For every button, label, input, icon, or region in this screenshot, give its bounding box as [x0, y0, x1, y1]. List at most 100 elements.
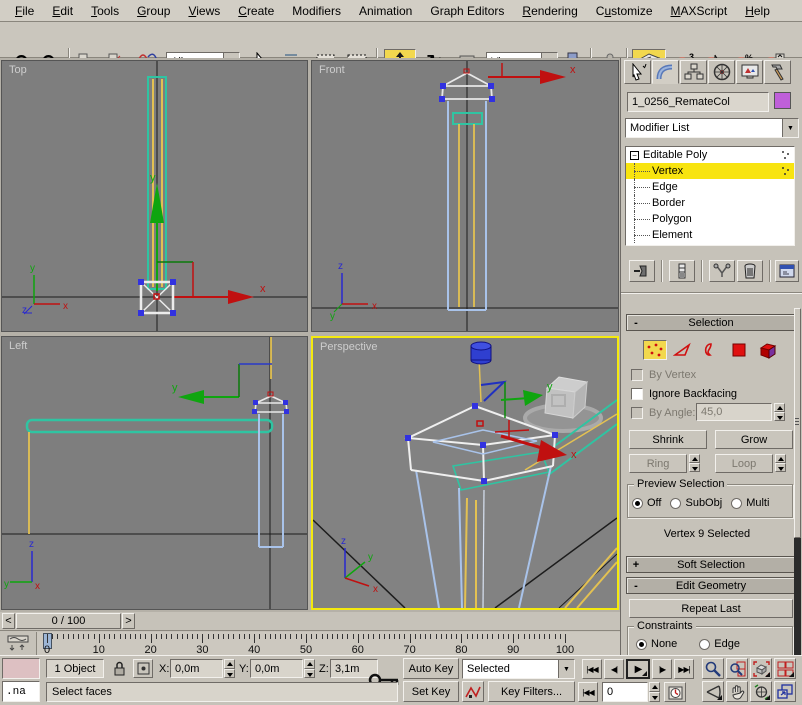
- preview-off-radio[interactable]: [632, 498, 643, 509]
- zoom-button[interactable]: [702, 658, 724, 679]
- time-configuration-button[interactable]: [664, 682, 686, 702]
- viewport-perspective-label[interactable]: Perspective: [320, 341, 377, 353]
- make-unique-button[interactable]: [709, 260, 735, 282]
- modifier-list-dropdown[interactable]: Modifier List ▼: [625, 118, 799, 138]
- field-of-view-button[interactable]: [702, 681, 724, 702]
- frame-spinner[interactable]: [649, 682, 660, 702]
- by-vertex-checkbox[interactable]: [631, 369, 643, 381]
- zoom-all-button[interactable]: [726, 658, 748, 679]
- constraint-edge-radio[interactable]: [699, 639, 710, 650]
- shrink-button[interactable]: Shrink: [629, 430, 707, 449]
- x-coord-field[interactable]: 0,0m: [170, 659, 223, 678]
- time-slider-value[interactable]: 0 / 100: [16, 613, 121, 629]
- menu-file[interactable]: File: [6, 1, 43, 21]
- ignore-backfacing-checkbox[interactable]: [631, 388, 643, 400]
- stack-item-edge[interactable]: Edge: [626, 179, 794, 195]
- object-name-field[interactable]: 1_0256_RemateCol: [627, 92, 769, 112]
- viewport-top[interactable]: y x y x z Top: [1, 60, 308, 332]
- object-color-swatch[interactable]: [774, 92, 791, 109]
- menu-modifiers[interactable]: Modifiers: [283, 1, 350, 21]
- collapse-tree-icon[interactable]: −: [630, 151, 639, 160]
- viewport-perspective[interactable]: y x z y x Perspective: [311, 336, 619, 610]
- menu-create[interactable]: Create: [229, 1, 283, 21]
- min-max-toggle-button[interactable]: [774, 681, 796, 702]
- configure-modifier-sets-button[interactable]: [775, 260, 799, 282]
- stack-item-border[interactable]: Border: [626, 195, 794, 211]
- goto-end-button[interactable]: ▶▶|: [674, 659, 694, 679]
- goto-start-button[interactable]: |◀◀: [582, 659, 602, 679]
- stack-item-editable-poly[interactable]: − Editable Poly: [626, 147, 794, 163]
- key-filters-button[interactable]: Key Filters...: [488, 681, 575, 702]
- remove-modifier-button[interactable]: [737, 260, 763, 282]
- viewport-front[interactable]: x z x y Front: [311, 60, 619, 332]
- time-slider-prev-button[interactable]: <: [2, 613, 15, 629]
- x-coord-spinner[interactable]: [224, 659, 235, 678]
- menu-maxscript[interactable]: MAXScript: [662, 1, 737, 21]
- modifier-list-arrow[interactable]: ▼: [782, 119, 798, 137]
- previous-frame-button[interactable]: ◀|: [604, 659, 624, 679]
- scrollbar-thumb[interactable]: [794, 308, 801, 538]
- menu-customize[interactable]: Customize: [587, 1, 662, 21]
- menu-help[interactable]: Help: [736, 1, 779, 21]
- by-angle-spinner[interactable]: [774, 403, 785, 421]
- track-bar-ruler[interactable]: 0102030405060708090100: [36, 632, 620, 656]
- command-panel-scrollbar[interactable]: [794, 308, 801, 658]
- zoom-extents-all-button[interactable]: [774, 658, 796, 679]
- default-tangents-button[interactable]: [462, 681, 484, 702]
- stack-item-vertex[interactable]: Vertex: [626, 163, 794, 179]
- menu-graph-editors[interactable]: Graph Editors: [421, 1, 513, 21]
- mini-listener-script-line[interactable]: .na: [2, 681, 40, 702]
- constraint-none-radio[interactable]: [636, 639, 647, 650]
- play-button[interactable]: ▶: [626, 659, 650, 679]
- menu-views[interactable]: Views: [179, 1, 229, 21]
- auto-key-button[interactable]: Auto Key: [403, 658, 459, 679]
- zoom-extents-button[interactable]: [750, 658, 772, 679]
- tab-hierarchy[interactable]: [680, 60, 707, 84]
- loop-button[interactable]: Loop: [715, 454, 773, 473]
- ignore-backfacing-checkbox-row[interactable]: Ignore Backfacing: [631, 387, 737, 401]
- subobject-border-button[interactable]: [699, 340, 723, 360]
- constraint-edge[interactable]: Edge: [699, 638, 740, 650]
- preview-multi-radio[interactable]: [731, 498, 742, 509]
- mini-listener-macro-line[interactable]: [2, 658, 40, 679]
- menu-group[interactable]: Group: [128, 1, 179, 21]
- y-coord-field[interactable]: 0,0m: [250, 659, 303, 678]
- menu-animation[interactable]: Animation: [350, 1, 421, 21]
- subobject-element-button[interactable]: [755, 340, 781, 360]
- stack-item-element[interactable]: Element: [626, 227, 794, 243]
- viewport-left[interactable]: y z y x Left: [1, 336, 308, 610]
- y-coord-spinner[interactable]: [304, 659, 315, 678]
- viewport-left-label[interactable]: Left: [9, 340, 27, 352]
- loop-spinner[interactable]: [775, 454, 786, 472]
- by-vertex-checkbox-row[interactable]: By Vertex: [631, 368, 696, 382]
- constraint-none[interactable]: None: [636, 638, 677, 650]
- key-mode-dropdown[interactable]: Selected ▼: [462, 659, 575, 679]
- pin-stack-button[interactable]: [629, 260, 655, 282]
- preview-subobj-radio[interactable]: [670, 498, 681, 509]
- menu-tools[interactable]: Tools: [82, 1, 128, 21]
- rollout-edit-geometry-header[interactable]: - Edit Geometry: [626, 577, 796, 594]
- rollout-soft-selection-header[interactable]: + Soft Selection: [626, 556, 796, 573]
- tab-display[interactable]: [736, 60, 763, 84]
- tab-motion[interactable]: [708, 60, 735, 84]
- stack-item-polygon[interactable]: Polygon: [626, 211, 794, 227]
- pan-button[interactable]: [726, 681, 748, 702]
- current-frame-field[interactable]: 0: [602, 682, 648, 702]
- arc-rotate-button[interactable]: [750, 681, 772, 702]
- viewport-top-label[interactable]: Top: [9, 64, 27, 76]
- key-mode-arrow[interactable]: ▼: [558, 660, 574, 678]
- absolute-mode-toggle[interactable]: [133, 659, 153, 678]
- subobject-polygon-button[interactable]: [727, 340, 751, 360]
- show-end-result-button[interactable]: [669, 260, 695, 282]
- tab-create[interactable]: [624, 60, 651, 84]
- selection-lock-toggle[interactable]: [110, 659, 128, 678]
- by-angle-checkbox[interactable]: [631, 407, 643, 419]
- ring-button[interactable]: Ring: [629, 454, 687, 473]
- by-angle-row[interactable]: By Angle:: [631, 406, 695, 420]
- tab-utilities[interactable]: [764, 60, 791, 84]
- ring-spinner[interactable]: [689, 454, 700, 472]
- repeat-last-button[interactable]: Repeat Last: [629, 599, 793, 618]
- viewport-front-label[interactable]: Front: [319, 64, 345, 76]
- next-frame-button[interactable]: |▶: [652, 659, 672, 679]
- rollout-selection-header[interactable]: - Selection: [626, 314, 796, 331]
